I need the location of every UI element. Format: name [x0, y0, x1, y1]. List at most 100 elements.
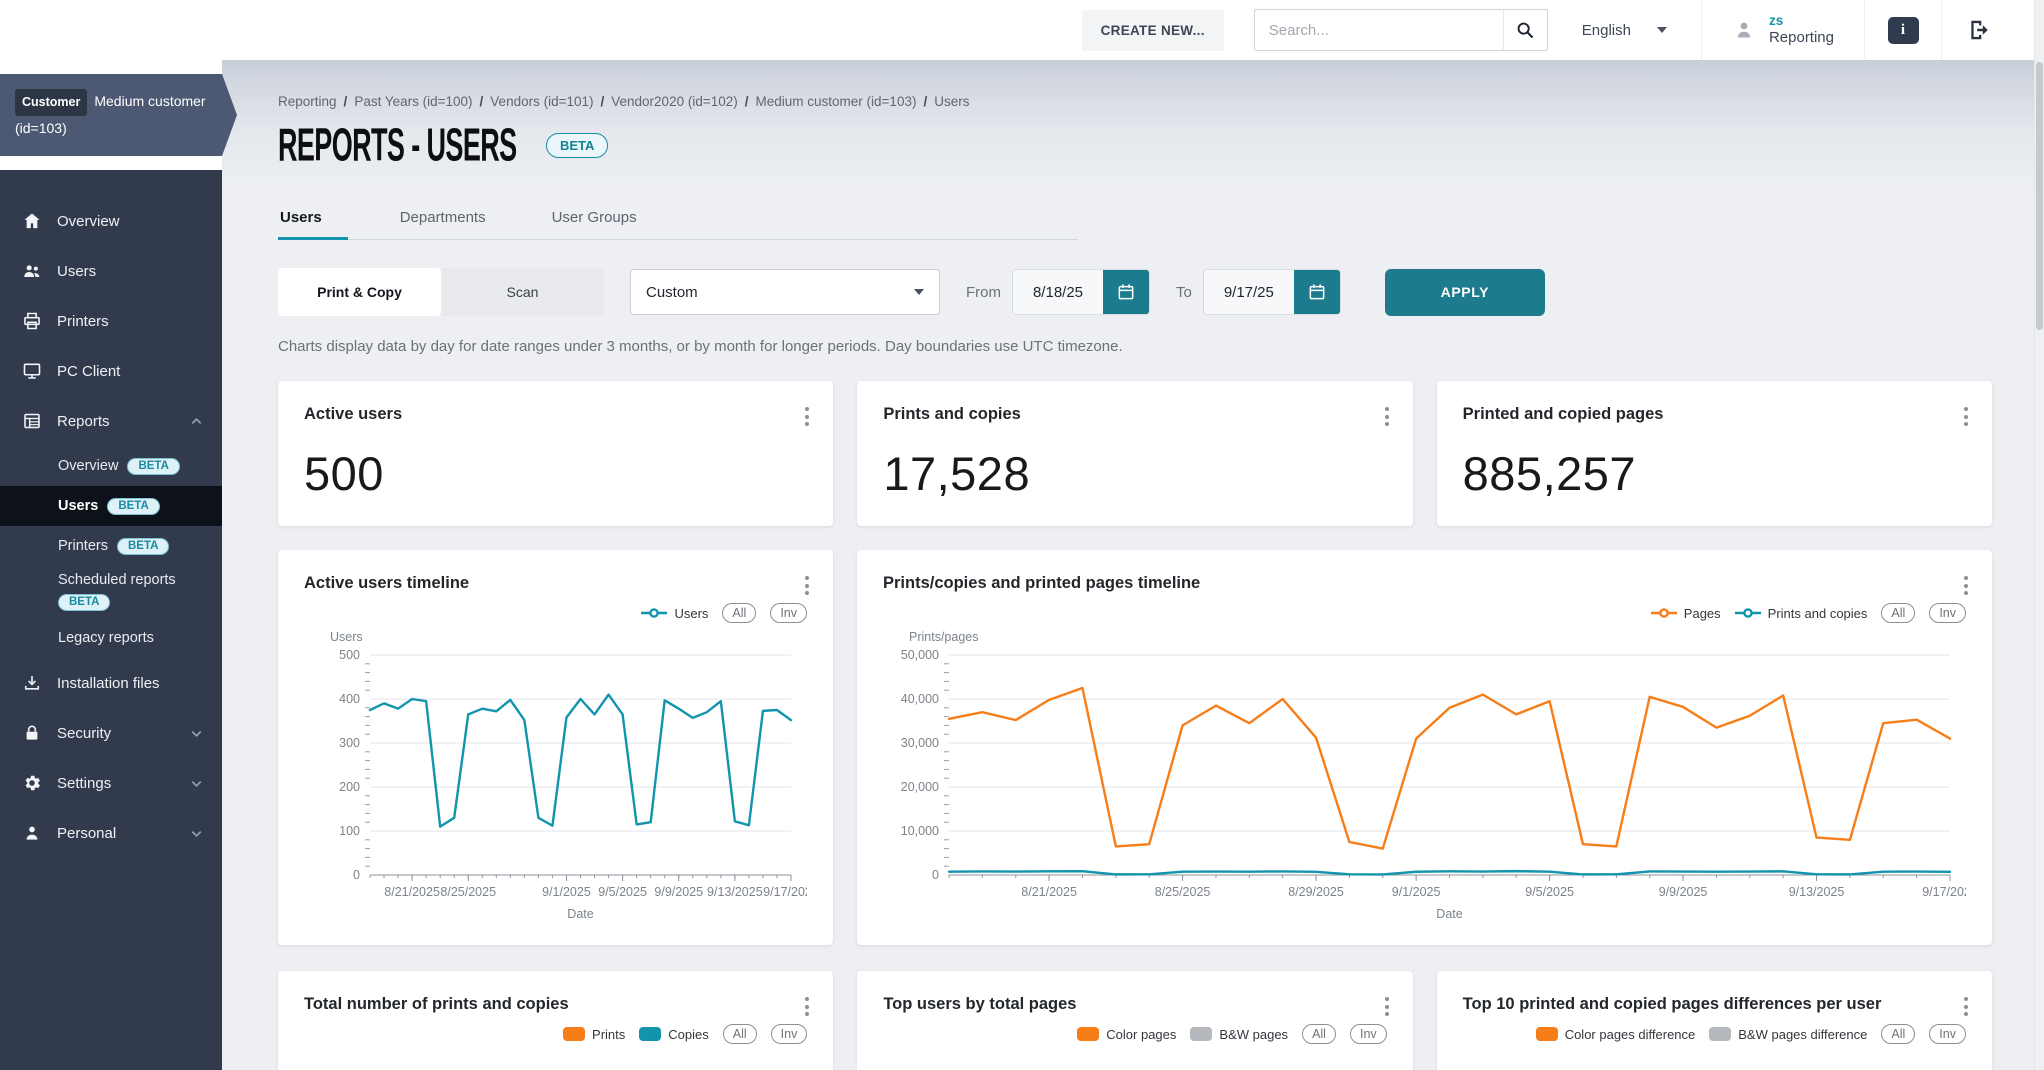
sidebar-subitem-label: Overview — [58, 458, 119, 474]
scrollbar-thumb[interactable] — [2036, 62, 2043, 330]
legend-all-pill[interactable]: All — [722, 1024, 757, 1044]
card-menu-button[interactable] — [799, 570, 815, 601]
sidebar-subitem-label: Users — [58, 498, 99, 514]
swatch-marker — [1535, 1027, 1558, 1041]
card-menu-button[interactable] — [1958, 401, 1974, 432]
sidebar-item-pc-client[interactable]: PC Client — [0, 346, 222, 396]
sidebar-item-security[interactable]: Security — [0, 708, 222, 758]
from-date-input[interactable] — [1013, 270, 1103, 314]
top10-pages-differences-card: Top 10 printed and copied pages differen… — [1436, 971, 1992, 1070]
chart-title: Prints/copies and printed pages timeline — [883, 574, 1201, 592]
legend-item-bw-pages[interactable]: B&W pages — [1190, 1027, 1288, 1042]
breadcrumb-link[interactable]: Vendor2020 (id=102) — [611, 94, 737, 109]
logout-button[interactable] — [1942, 0, 2018, 60]
chart-title: Total number of prints and copies — [304, 995, 569, 1013]
scrollbar[interactable] — [2034, 0, 2044, 1070]
legend-all-pill[interactable]: All — [722, 603, 757, 623]
svg-text:0: 0 — [353, 868, 360, 882]
line-circle-marker — [1734, 608, 1761, 618]
breadcrumb-separator: / — [744, 94, 749, 109]
legend-all-pill[interactable]: All — [1302, 1024, 1336, 1044]
tab-users[interactable]: Users — [278, 201, 348, 240]
svg-text:400: 400 — [339, 692, 360, 706]
sidebar-item-printers[interactable]: Printers — [0, 296, 222, 346]
sidebar-item-installation-files[interactable]: Installation files — [0, 658, 222, 708]
search-input[interactable] — [1254, 10, 1503, 50]
home-icon — [24, 213, 40, 229]
chart-legend: Prints Copies All Inv — [304, 1022, 808, 1046]
date-range-select[interactable]: Custom — [630, 269, 940, 315]
sidebar-subitem-label: Scheduled reports — [58, 571, 176, 588]
search-button[interactable] — [1502, 10, 1547, 50]
legend-item-pages[interactable]: Pages — [1650, 606, 1721, 621]
from-calendar-button[interactable] — [1103, 270, 1149, 314]
to-label: To — [1176, 283, 1192, 301]
card-menu-button[interactable] — [1379, 401, 1395, 432]
svg-text:8/25/2025: 8/25/2025 — [1155, 885, 1211, 899]
stat-cards-row: Active users 500 Prints and copies 17,52… — [278, 381, 1992, 526]
legend-inv-pill[interactable]: Inv — [1349, 1024, 1387, 1044]
sidebar-subitem-reports-overview[interactable]: Overview BETA — [0, 446, 222, 486]
legend-inv-pill[interactable]: Inv — [1929, 1024, 1966, 1044]
sidebar-item-overview[interactable]: Overview — [0, 196, 222, 246]
report-icon — [24, 413, 40, 429]
user-menu[interactable]: zs Reporting — [1702, 0, 1864, 60]
breadcrumb-link[interactable]: Medium customer (id=103) — [756, 94, 917, 109]
stat-title: Prints and copies — [883, 405, 1021, 423]
legend-inv-pill[interactable]: Inv — [1929, 603, 1966, 623]
tab-departments[interactable]: Departments — [386, 201, 500, 240]
breadcrumb-link[interactable]: Reporting — [278, 94, 337, 109]
card-menu-button[interactable] — [799, 991, 815, 1022]
create-new-button[interactable]: CREATE NEW... — [1081, 9, 1224, 51]
to-calendar-button[interactable] — [1293, 270, 1340, 314]
to-date-input[interactable] — [1203, 270, 1294, 314]
sidebar-subitem-legacy-reports[interactable]: Legacy reports — [0, 618, 222, 658]
breadcrumb-separator: / — [600, 94, 605, 109]
legend-item-users[interactable]: Users — [641, 606, 708, 621]
svg-text:20,000: 20,000 — [901, 780, 939, 794]
tab-user-groups[interactable]: User Groups — [538, 201, 651, 240]
legend-all-pill[interactable]: All — [1881, 603, 1916, 623]
legend-all-pill[interactable]: All — [1881, 1024, 1916, 1044]
language-selector[interactable]: English — [1548, 0, 1701, 60]
sidebar-item-settings[interactable]: Settings — [0, 758, 222, 808]
sidebar-subitem-reports-users[interactable]: Users BETA — [0, 486, 222, 526]
sidebar-item-label: Security — [57, 724, 112, 742]
swatch-marker — [1709, 1027, 1732, 1041]
sidebar-subitem-reports-printers[interactable]: Printers BETA — [0, 526, 222, 566]
manual-icon: i — [1887, 16, 1919, 44]
card-menu-button[interactable] — [1379, 991, 1395, 1022]
breadcrumb: Reporting / Past Years (id=100) / Vendor… — [278, 94, 1992, 109]
legend-item-color-pages-diff[interactable]: Color pages difference — [1535, 1027, 1695, 1042]
page-title-row: REPORTS - USERS BETA — [278, 118, 1992, 171]
legend-inv-pill[interactable]: Inv — [770, 1024, 808, 1044]
legend-item-bw-pages-diff[interactable]: B&W pages difference — [1709, 1027, 1867, 1042]
sidebar-item-personal[interactable]: Personal — [0, 808, 222, 858]
legend-inv-pill[interactable]: Inv — [770, 603, 807, 623]
svg-text:0: 0 — [932, 868, 939, 882]
sidebar-subitem-scheduled-reports[interactable]: Scheduled reports BETA — [0, 566, 222, 618]
filter-bar: Print & Copy Scan Custom From 8/18/25 To… — [278, 268, 1992, 316]
language-label: English — [1581, 21, 1631, 39]
svg-text:Users: Users — [330, 630, 363, 644]
card-menu-button[interactable] — [1958, 991, 1974, 1022]
swatch-marker — [563, 1027, 586, 1041]
legend-item-color-pages[interactable]: Color pages — [1077, 1027, 1176, 1042]
apply-button[interactable]: APPLY — [1384, 268, 1545, 316]
sidebar-item-reports[interactable]: Reports — [0, 396, 222, 446]
breadcrumb-link[interactable]: Vendors (id=101) — [490, 94, 593, 109]
legend-item-prints[interactable]: Prints — [563, 1027, 625, 1042]
beta-badge: BETA — [107, 497, 160, 515]
mode-scan-button[interactable]: Scan — [441, 268, 604, 316]
breadcrumb-link[interactable]: Past Years (id=100) — [354, 94, 472, 109]
sidebar-item-users[interactable]: Users — [0, 246, 222, 296]
chart-info-note: Charts display data by day for date rang… — [278, 338, 1123, 355]
legend-item-copies[interactable]: Copies — [639, 1027, 709, 1042]
mode-print-copy-button[interactable]: Print & Copy — [278, 268, 441, 316]
card-menu-button[interactable] — [799, 401, 815, 432]
page-title: REPORTS - USERS — [278, 117, 517, 171]
help-manual-button[interactable]: i — [1865, 0, 1941, 60]
card-menu-button[interactable] — [1958, 570, 1974, 601]
legend-item-prints-copies[interactable]: Prints and copies — [1734, 606, 1867, 621]
chart-title: Top 10 printed and copied pages differen… — [1462, 995, 1882, 1013]
